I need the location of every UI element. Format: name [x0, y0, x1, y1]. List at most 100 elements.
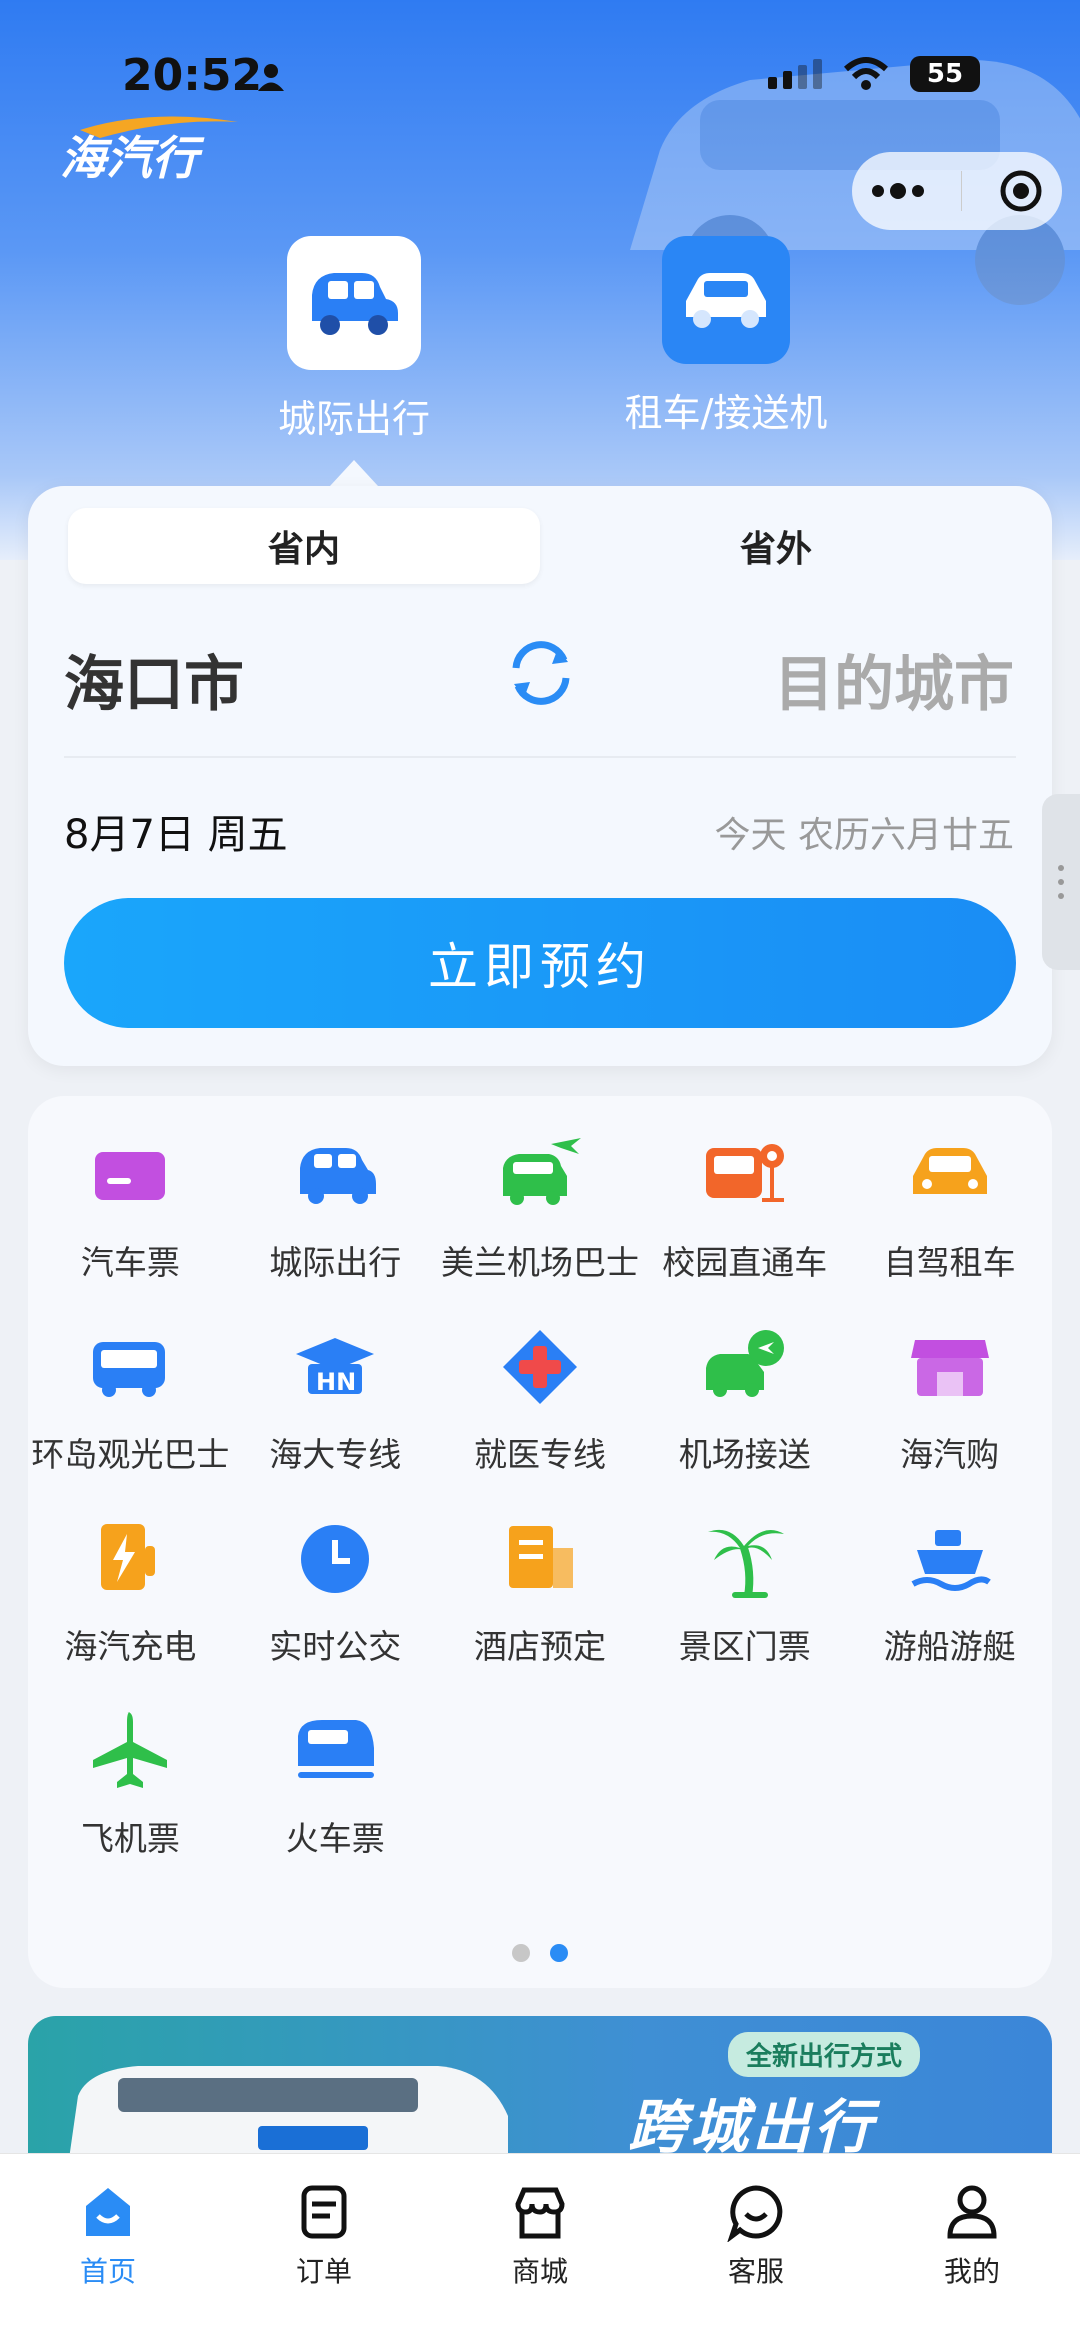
palm-tree-icon [702, 1516, 788, 1602]
shop-store-icon [907, 1324, 993, 1410]
graduation-cap-icon: HN [292, 1324, 378, 1410]
app-logo: 海汽行 [60, 116, 238, 182]
intercity-car-icon [312, 273, 398, 335]
promo-banner[interactable]: 全新出行方式 跨城出行 [28, 2016, 1052, 2156]
airport-bus-icon [497, 1132, 583, 1218]
service-item[interactable]: 机场接送 [642, 1324, 847, 1516]
svg-text:HN: HN [316, 1368, 356, 1396]
swap-cities-icon[interactable] [506, 638, 576, 708]
service-item[interactable]: 环岛观光巴士 [28, 1324, 233, 1516]
book-now-button[interactable]: 立即预约 [64, 898, 1016, 1028]
service-item[interactable]: 实时公交 [233, 1516, 438, 1708]
service-label: 城际出行 [269, 1243, 402, 1282]
tab-orders[interactable]: 订单 [216, 2154, 432, 2347]
airport-transfer-icon [702, 1324, 788, 1410]
services-grid: 汽车票 城际出行 美兰机场巴士 校园直通车 自驾租车环岛观光巴士 HN 海大专线 就医专线 机场… [28, 1132, 1052, 1900]
hotel-building-icon [497, 1516, 583, 1602]
home-icon [86, 2188, 130, 2236]
services-panel: 汽车票 城际出行 美兰机场巴士 校园直通车 自驾租车环岛观光巴士 HN 海大专线 就医专线 机场… [28, 1096, 1052, 1988]
tab-service[interactable]: 客服 [648, 2154, 864, 2347]
service-item[interactable]: 汽车票 [28, 1132, 233, 1324]
rental-car-icon [686, 273, 766, 328]
miniprogram-capsule [852, 152, 1062, 230]
intercity-car-icon [292, 1132, 378, 1218]
tab-orders-label: 订单 [295, 2255, 352, 2288]
order-icon [301, 2185, 347, 2239]
service-item[interactable]: 海汽充电 [28, 1516, 233, 1708]
campus-bus-icon [702, 1132, 788, 1218]
tab-home[interactable]: 首页 [0, 2154, 216, 2347]
cruise-ship-icon [907, 1516, 993, 1602]
rental-tile [662, 236, 790, 364]
status-indicators: 55 [768, 56, 980, 92]
service-label: 景区门票 [678, 1627, 811, 1666]
tab-intercity[interactable]: 城际出行 [224, 236, 484, 443]
service-item[interactable]: 就医专线 [438, 1324, 643, 1516]
tab-rental-transfer[interactable]: 租车/接送机 [596, 236, 856, 437]
service-item[interactable]: HN 海大专线 [233, 1324, 438, 1516]
sightseeing-bus-icon [87, 1324, 173, 1410]
service-item[interactable]: 自驾租车 [847, 1132, 1052, 1324]
service-label: 海大专线 [269, 1435, 402, 1474]
service-label: 校园直通车 [662, 1243, 828, 1282]
service-item[interactable]: 景区门票 [642, 1516, 847, 1708]
profile-icon [947, 2185, 997, 2239]
battery-indicator: 55 [910, 56, 980, 92]
destination-city[interactable]: 目的城市 [774, 636, 1014, 723]
status-time: 20:52 [122, 50, 263, 101]
segment-out-province[interactable]: 省外 [540, 508, 1012, 584]
tab-store[interactable]: 商城 [432, 2154, 648, 2347]
medical-cross-icon [497, 1324, 583, 1410]
chat-service-icon [727, 2185, 783, 2242]
tab-profile-label: 我的 [943, 2255, 1000, 2288]
service-label: 飞机票 [80, 1819, 180, 1858]
page-dot-1[interactable] [512, 1944, 530, 1962]
service-label: 海汽购 [900, 1435, 1000, 1474]
banner-van-image [69, 2066, 508, 2156]
ticket-card-icon [87, 1132, 173, 1218]
tab-service-label: 客服 [727, 2255, 784, 2288]
service-item[interactable]: 海汽购 [847, 1324, 1052, 1516]
airplane-icon [87, 1708, 173, 1794]
segment-in-province[interactable]: 省内 [68, 508, 540, 584]
service-label: 酒店预定 [473, 1627, 606, 1666]
departure-date[interactable]: 8月7日 周五 [64, 802, 288, 860]
service-label: 实时公交 [269, 1627, 402, 1666]
service-label: 海汽充电 [64, 1627, 197, 1666]
service-item[interactable]: 城际出行 [233, 1132, 438, 1324]
logo-text: 海汽行 [60, 131, 205, 182]
intercity-tile [287, 236, 421, 370]
tab-home-label: 首页 [79, 2255, 136, 2288]
service-label: 美兰机场巴士 [440, 1243, 639, 1282]
service-item[interactable]: 校园直通车 [642, 1132, 847, 1324]
service-item[interactable]: 游船游艇 [847, 1516, 1052, 1708]
tab-pointer [330, 460, 378, 486]
service-item[interactable]: 酒店预定 [438, 1516, 643, 1708]
service-item[interactable]: 火车票 [233, 1708, 438, 1900]
charging-icon [87, 1516, 173, 1602]
booking-card: 省内 省外 海口市 目的城市 8月7日 周五 今天 农历六月廿五 立即预约 [28, 486, 1052, 1066]
more-menu-icon[interactable] [870, 181, 926, 201]
service-label: 就医专线 [473, 1435, 606, 1474]
tab-profile[interactable]: 我的 [864, 2154, 1080, 2347]
page-dot-2[interactable] [550, 1944, 568, 1962]
service-label: 游船游艇 [883, 1627, 1016, 1666]
departure-city[interactable]: 海口市 [64, 636, 244, 723]
banner-title: 跨城出行 [628, 2093, 877, 2156]
realtime-clock-icon [292, 1516, 378, 1602]
tab-intercity-label: 城际出行 [277, 397, 430, 441]
side-drawer-handle[interactable] [1042, 794, 1080, 970]
rental-car-icon [907, 1132, 993, 1218]
wifi-icon [844, 57, 888, 90]
lunar-date: 今天 农历六月廿五 [714, 815, 1014, 856]
region-switch: 省内 省外 [68, 508, 1012, 584]
bottom-tabbar: 首页 订单 商城 客服 我的 [0, 2153, 1080, 2347]
service-item[interactable]: 飞机票 [28, 1708, 233, 1900]
tab-rental-label: 租车/接送机 [624, 391, 828, 435]
close-target-icon[interactable] [998, 168, 1044, 214]
service-label: 机场接送 [678, 1435, 811, 1474]
service-label: 汽车票 [80, 1243, 180, 1282]
service-item[interactable]: 美兰机场巴士 [438, 1132, 643, 1324]
service-label: 环岛观光巴士 [31, 1435, 230, 1474]
page-indicator [512, 1944, 568, 1962]
